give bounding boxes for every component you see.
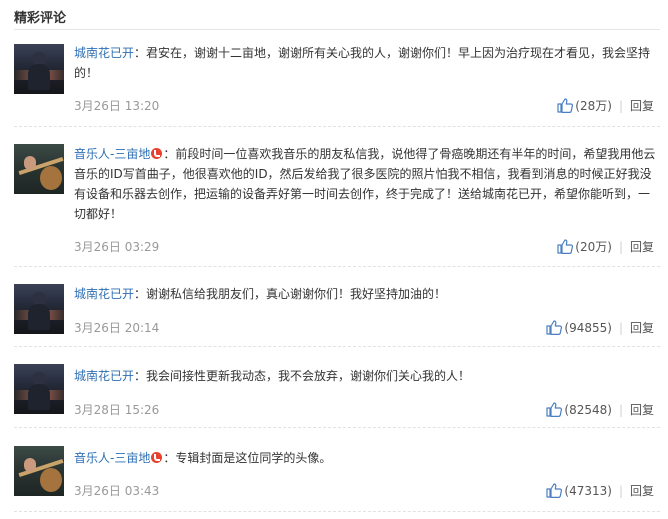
like-count: (82548) xyxy=(564,402,612,417)
colon: ： xyxy=(134,369,147,383)
separator: | xyxy=(618,98,623,113)
comment-meta: 3月26日 13:20 (28万) | 回复 xyxy=(74,97,654,113)
comment-meta: 3月26日 20:14 (94855) | 回复 xyxy=(74,319,654,335)
like-button[interactable]: (28万) xyxy=(557,97,612,114)
separator: | xyxy=(618,239,623,254)
comment-text: 音乐人-三亩地 ：前段时间一位喜欢我音乐的朋友私信我，说他得了骨癌晚期还有半年的时… xyxy=(74,144,656,224)
comment-meta: 3月26日 03:29 (20万) | 回复 xyxy=(74,238,654,254)
colon: ： xyxy=(163,451,176,465)
comment-body: 专辑封面是这位同学的头像。 xyxy=(175,451,332,465)
like-button[interactable]: (47313) xyxy=(546,483,612,498)
comment-divider xyxy=(14,346,660,347)
comment-body: 我会间接性更新我动态，我不会放弃，谢谢你们关心我的人！ xyxy=(146,369,471,383)
comment-divider xyxy=(14,427,660,428)
avatar[interactable] xyxy=(14,44,64,94)
timestamp: 3月28日 15:26 xyxy=(74,403,160,417)
timestamp: 3月26日 20:14 xyxy=(74,321,160,335)
comment-body: 君安在，谢谢十二亩地，谢谢所有关心我的人，谢谢你们！早上因为治疗现在才看见，我会… xyxy=(74,46,651,80)
comment-text: 城南花已开：君安在，谢谢十二亩地，谢谢所有关心我的人，谢谢你们！早上因为治疗现在… xyxy=(74,43,656,83)
comment-text: 城南花已开：谢谢私信给我朋友们，真心谢谢你们！我好坚持加油的！ xyxy=(74,284,656,304)
title-divider xyxy=(14,29,660,30)
comment-actions: (20万) | 回复 xyxy=(557,238,654,255)
comment-actions: (82548) | 回复 xyxy=(546,401,654,418)
thumbs-up-icon xyxy=(557,239,574,254)
reply-link[interactable]: 回复 xyxy=(630,482,654,499)
thumbs-up-icon xyxy=(546,320,563,335)
like-button[interactable]: (94855) xyxy=(546,320,612,335)
username-link[interactable]: 城南花已开 xyxy=(74,369,134,383)
like-button[interactable]: (20万) xyxy=(557,238,612,255)
like-count: (28万) xyxy=(575,99,612,113)
username-link[interactable]: 城南花已开 xyxy=(74,287,134,301)
comment-meta: 3月28日 15:26 (82548) | 回复 xyxy=(74,401,654,417)
timestamp: 3月26日 13:20 xyxy=(74,99,160,113)
reply-link[interactable]: 回复 xyxy=(630,401,654,418)
comment-divider xyxy=(14,126,660,127)
like-count: (94855) xyxy=(564,320,612,335)
comment-divider xyxy=(14,511,660,512)
username-link[interactable]: 音乐人-三亩地 xyxy=(74,451,150,465)
timestamp: 3月26日 03:43 xyxy=(74,484,160,498)
section-title: 精彩评论 xyxy=(14,11,67,26)
comment-actions: (28万) | 回复 xyxy=(557,97,654,114)
musician-badge-icon xyxy=(151,148,163,159)
reply-link[interactable]: 回复 xyxy=(630,319,654,336)
reply-link[interactable]: 回复 xyxy=(630,97,654,114)
comment-body: 前段时间一位喜欢我音乐的朋友私信我，说他得了骨癌晚期还有半年的时间，希望我用他云… xyxy=(74,147,656,221)
reply-link[interactable]: 回复 xyxy=(630,238,654,255)
comment-text: 音乐人-三亩地 ：专辑封面是这位同学的头像。 xyxy=(74,448,656,468)
musician-badge-icon xyxy=(151,452,163,463)
colon: ： xyxy=(163,147,176,161)
separator: | xyxy=(618,483,623,498)
comment-actions: (94855) | 回复 xyxy=(546,319,654,336)
comment-body: 谢谢私信给我朋友们，真心谢谢你们！我好坚持加油的！ xyxy=(146,287,447,301)
avatar[interactable] xyxy=(14,144,64,194)
comment-actions: (47313) | 回复 xyxy=(546,482,654,499)
like-button[interactable]: (82548) xyxy=(546,402,612,417)
like-count: (20万) xyxy=(575,240,612,254)
thumbs-up-icon xyxy=(557,98,574,113)
username-link[interactable]: 城南花已开 xyxy=(74,46,134,60)
avatar[interactable] xyxy=(14,446,64,496)
thumbs-up-icon xyxy=(546,402,563,417)
avatar[interactable] xyxy=(14,284,64,334)
like-count: (47313) xyxy=(564,483,612,498)
timestamp: 3月26日 03:29 xyxy=(74,240,160,254)
separator: | xyxy=(618,402,623,417)
avatar[interactable] xyxy=(14,364,64,414)
comment-meta: 3月26日 03:43 (47313) | 回复 xyxy=(74,482,654,498)
username-link[interactable]: 音乐人-三亩地 xyxy=(74,147,150,161)
comment-divider xyxy=(14,266,660,267)
thumbs-up-icon xyxy=(546,483,563,498)
colon: ： xyxy=(134,287,147,301)
separator: | xyxy=(618,320,623,335)
colon: ： xyxy=(134,46,147,60)
comment-text: 城南花已开：我会间接性更新我动态，我不会放弃，谢谢你们关心我的人！ xyxy=(74,366,656,386)
